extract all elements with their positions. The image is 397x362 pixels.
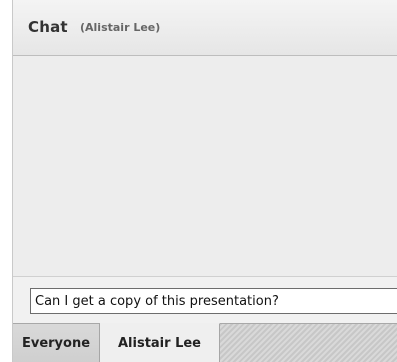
compose-area — [13, 276, 397, 323]
message-list[interactable] — [13, 56, 397, 276]
tab-alistair-lee[interactable]: Alistair Lee — [100, 323, 220, 362]
chat-title: Chat — [28, 18, 68, 36]
tab-everyone[interactable]: Everyone — [13, 323, 100, 362]
message-input[interactable] — [30, 288, 397, 314]
recipient-tab-bar: Everyone Alistair Lee — [13, 323, 397, 362]
chat-panel: Chat (Alistair Lee) Everyone Alistair Le… — [12, 0, 397, 362]
chat-recipient-label: (Alistair Lee) — [80, 21, 161, 34]
chat-header: Chat (Alistair Lee) — [13, 0, 397, 56]
